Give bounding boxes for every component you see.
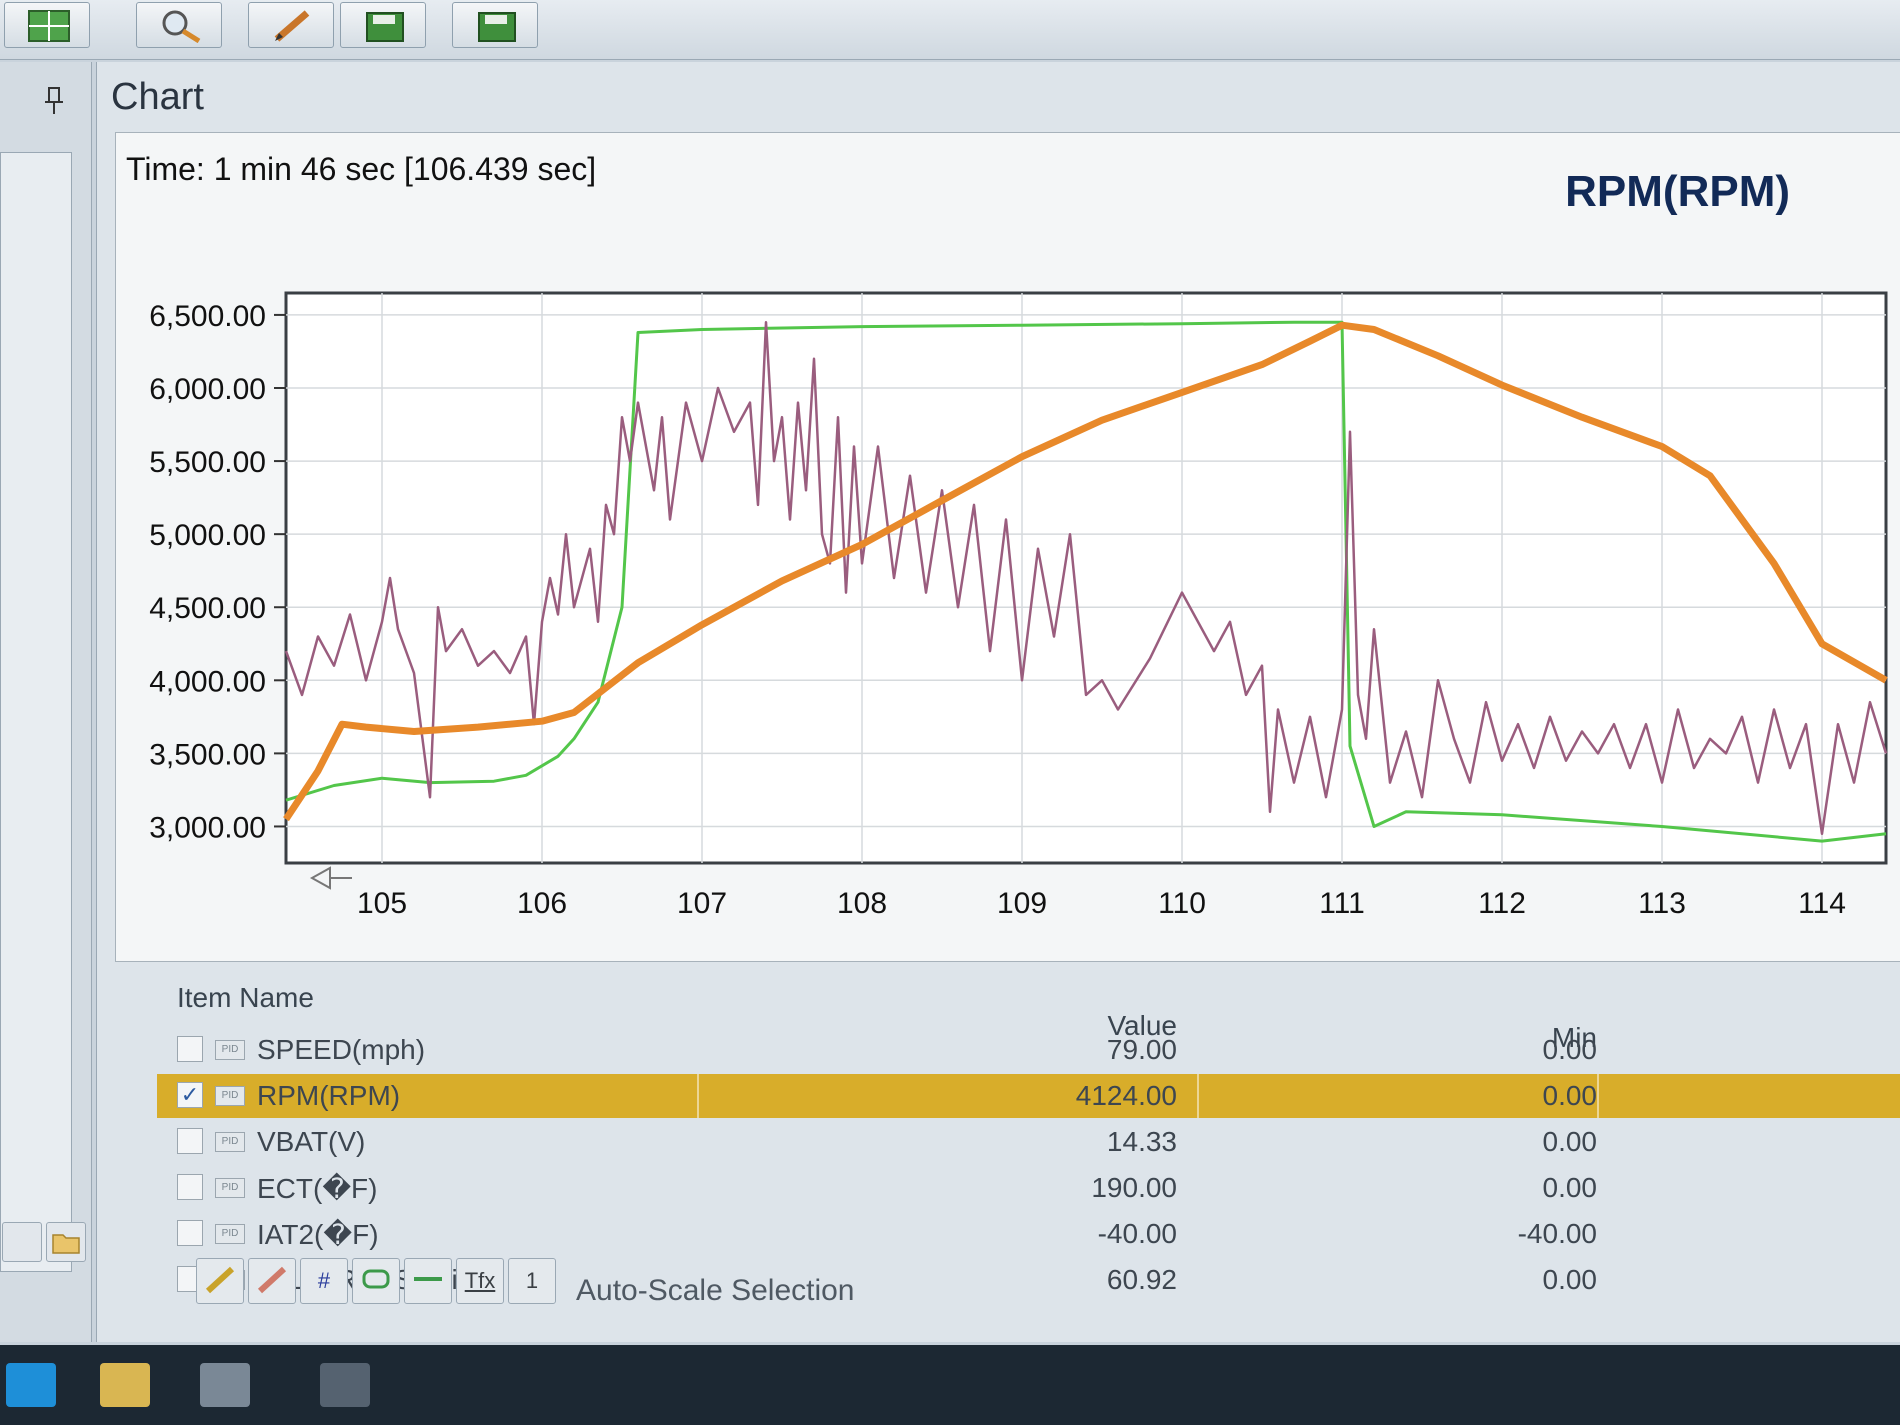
eraser-icon (257, 1266, 287, 1294)
pencil-icon (205, 1266, 235, 1294)
y-tick-label: 4,500.00 (149, 592, 266, 625)
item-value: -40.00 (1097, 1218, 1177, 1249)
item-value: 79.00 (1106, 1034, 1177, 1065)
table-row[interactable]: PID IAT2(�F) -40.00 -40.00 (157, 1212, 1900, 1256)
item-name: IAT2(�F) (257, 1219, 379, 1250)
line-tool-button[interactable] (404, 1258, 452, 1304)
x-tick-label: 106 (517, 887, 567, 920)
item-min: 0.00 (1542, 1080, 1598, 1111)
chart-panel: Chart Time: 1 min 46 sec [106.439 sec] R… (96, 62, 1900, 1342)
save-icon (478, 12, 516, 42)
item-min: 0.00 (1542, 1126, 1598, 1157)
left-pane-tools (0, 1212, 92, 1272)
pen-tool-button[interactable] (196, 1258, 244, 1304)
item-name: VBAT(V) (257, 1126, 366, 1157)
text-tool-button[interactable]: Tfx (456, 1258, 504, 1304)
row-checkbox[interactable]: ✓ (177, 1082, 203, 1108)
y-tick-label: 5,000.00 (149, 519, 266, 552)
save-icon (366, 12, 404, 42)
x-tick-label: 110 (1158, 887, 1206, 920)
edit-tool-button[interactable] (248, 2, 334, 48)
item-min: -40.00 (1517, 1218, 1597, 1249)
zoom-tool-button[interactable] (136, 2, 222, 48)
row-checkbox[interactable] (177, 1036, 203, 1062)
y-tick-label: 6,000.00 (149, 373, 266, 406)
left-tool-button[interactable] (2, 1222, 42, 1262)
chart-tools-strip: # Tfx 1 Auto-Scale Selection (96, 1252, 1296, 1312)
y-tick-label: 5,500.00 (149, 446, 266, 479)
row-checkbox[interactable] (177, 1220, 203, 1246)
export-tool-button[interactable] (452, 2, 538, 48)
taskbar (0, 1345, 1900, 1425)
table-row[interactable]: ✓ PID RPM(RPM) 4124.00 0.00 (157, 1074, 1900, 1118)
item-name: RPM(RPM) (257, 1080, 401, 1111)
fit-icon (362, 1269, 390, 1289)
grid-tool-button[interactable] (4, 2, 90, 48)
left-pane-content (0, 152, 72, 1272)
chart-area[interactable]: Time: 1 min 46 sec [106.439 sec] RPM(RPM… (115, 132, 1900, 962)
one-tool-button[interactable]: 1 (508, 1258, 556, 1304)
item-min: 0.00 (1542, 1264, 1598, 1295)
fit-tool-button[interactable] (352, 1258, 400, 1304)
table-row[interactable]: PID VBAT(V) 14.33 0.00 (157, 1120, 1900, 1164)
arrow-left-icon[interactable] (309, 866, 352, 890)
row-divider (1197, 1074, 1199, 1118)
item-min: 0.00 (1542, 1172, 1598, 1203)
app-window: Chart Time: 1 min 46 sec [106.439 sec] R… (0, 0, 1900, 1425)
pid-icon: PID (215, 1178, 245, 1198)
erase-tool-button[interactable] (248, 1258, 296, 1304)
pid-icon: PID (215, 1040, 245, 1060)
x-tick-label: 114 (1798, 887, 1846, 920)
magnifier-icon (162, 10, 201, 43)
pencil-icon (274, 10, 310, 42)
x-tick-label: 113 (1638, 887, 1686, 920)
item-name: ECT(�F) (257, 1173, 378, 1204)
table-row[interactable]: PID SPEED(mph) 79.00 0.00 (157, 1028, 1900, 1072)
browser-icon[interactable] (6, 1363, 56, 1407)
plot-area (284, 291, 1888, 865)
table-row[interactable]: PID ECT(�F) 190.00 0.00 (157, 1166, 1900, 1210)
save-tool-button[interactable] (340, 2, 426, 48)
x-tick-label: 107 (677, 887, 727, 920)
y-tick-label: 3,000.00 (149, 811, 266, 844)
folder-button[interactable] (46, 1222, 86, 1262)
item-value: 14.33 (1106, 1126, 1177, 1157)
item-name: SPEED(mph) (257, 1034, 426, 1065)
pid-icon: PID (215, 1224, 245, 1244)
item-value: 4124.00 (1075, 1080, 1177, 1111)
x-tick-label: 105 (357, 887, 407, 920)
item-min: 0.00 (1542, 1034, 1598, 1065)
y-tick-label: 6,500.00 (149, 300, 266, 333)
row-divider (1597, 1074, 1599, 1118)
line-icon (414, 1277, 442, 1281)
hash-tool-button[interactable]: # (300, 1258, 348, 1304)
item-value: 190.00 (1091, 1172, 1177, 1203)
folder-icon (52, 1234, 80, 1254)
row-checkbox[interactable] (177, 1128, 203, 1154)
briefcase-icon[interactable] (200, 1363, 250, 1407)
x-tick-label: 111 (1319, 887, 1365, 920)
toolbar (0, 0, 1900, 60)
x-tick-label: 109 (997, 887, 1047, 920)
x-tick-label: 112 (1478, 887, 1526, 920)
header-item-name[interactable]: Item Name (177, 982, 314, 1014)
grid-icon (28, 10, 70, 42)
y-axis: 3,000.00 3,500.00 4,000.00 4,500.00 5,000.00… (149, 300, 286, 844)
row-divider (697, 1074, 699, 1118)
x-axis: 105 106 107 108 109 110 111 112 113 114 (357, 887, 1846, 920)
line-chart: 3,000.00 3,500.00 4,000.00 4,500.00 5,000.00… (149, 291, 1888, 920)
panel-title: Chart (111, 76, 204, 118)
y-tick-label: 3,500.00 (149, 738, 266, 771)
x-tick-label: 108 (837, 887, 887, 920)
left-pane (0, 62, 92, 1342)
pid-icon: PID (215, 1086, 245, 1106)
pid-icon: PID (215, 1132, 245, 1152)
app-icon[interactable] (320, 1363, 370, 1407)
row-checkbox[interactable] (177, 1174, 203, 1200)
autoscale-selection-label[interactable]: Auto-Scale Selection (576, 1274, 855, 1308)
pin-icon[interactable] (44, 86, 64, 116)
folder-icon[interactable] (100, 1363, 150, 1407)
y-tick-label: 4,000.00 (149, 665, 266, 698)
